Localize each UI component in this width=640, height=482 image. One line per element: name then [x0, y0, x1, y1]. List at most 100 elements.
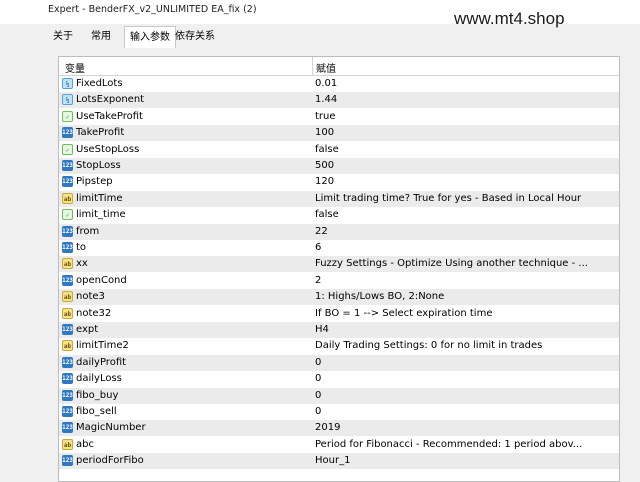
- table-row[interactable]: ab note32 If BO = 1 --> Select expiration …: [59, 306, 619, 322]
- parameter-name: limitTime: [76, 192, 123, 204]
- parameter-name: xx: [76, 258, 88, 270]
- table-row[interactable]: 123 StopLoss 500: [59, 158, 619, 174]
- table-row[interactable]: ✓ UseStopLoss false: [59, 142, 619, 158]
- int-icon: 123: [62, 242, 73, 253]
- parameters-table: 变量 赋值 ½ FixedLots 0.01 ½ LotsExponent 1.44 ✓ Us…: [58, 56, 620, 482]
- int-icon: 123: [62, 356, 73, 368]
- parameter-name: limit_time: [76, 209, 126, 221]
- double-icon: ½: [62, 94, 73, 106]
- parameter-value[interactable]: 2: [315, 275, 615, 286]
- tab-dependencies[interactable]: 依存关系: [170, 26, 220, 48]
- parameter-name: LotsExponent: [76, 94, 145, 106]
- parameter-value[interactable]: 2019: [315, 422, 615, 433]
- parameter-value[interactable]: 0: [315, 406, 615, 417]
- int-icon: 123: [62, 406, 73, 417]
- parameter-value[interactable]: true: [315, 111, 615, 122]
- bool-icon: ✓: [62, 110, 73, 122]
- parameter-name: periodForFibo: [76, 455, 144, 467]
- parameter-value[interactable]: 22: [315, 226, 615, 237]
- parameter-value[interactable]: 120: [315, 176, 615, 187]
- table-row[interactable]: 123 periodForFibo Hour_1: [59, 453, 619, 470]
- table-row[interactable]: ½ LotsExponent 1.44: [59, 92, 619, 109]
- parameter-value[interactable]: Hour_1: [315, 455, 615, 466]
- table-row[interactable]: 123 dailyLoss 0: [59, 371, 619, 387]
- inputs-panel: 变量 赋值 ½ FixedLots 0.01 ½ LotsExponent 1.44 ✓ Us…: [48, 48, 640, 482]
- parameter-name: to: [76, 242, 87, 253]
- parameter-name: StopLoss: [76, 160, 121, 171]
- parameter-value[interactable]: 100: [315, 127, 615, 138]
- parameter-value[interactable]: 1.44: [315, 94, 615, 105]
- string-icon: ab: [62, 258, 73, 270]
- parameter-value[interactable]: 0: [315, 373, 615, 384]
- parameter-value[interactable]: Fuzzy Settings - Optimize Using another …: [315, 258, 615, 269]
- parameter-value[interactable]: 500: [315, 160, 615, 171]
- parameter-name: note3: [76, 291, 105, 303]
- parameter-name: dailyLoss: [76, 373, 122, 385]
- int-icon: 123: [62, 422, 73, 434]
- int-icon: 123: [62, 389, 73, 401]
- column-header-variable[interactable]: 变量: [65, 60, 85, 75]
- parameter-name: TakeProfit: [76, 127, 125, 139]
- parameter-value[interactable]: 0: [315, 357, 615, 368]
- parameter-value[interactable]: If BO = 1 --> Select expiration time: [315, 308, 615, 319]
- table-row[interactable]: ✓ UseTakeProfit true: [59, 109, 619, 125]
- table-row[interactable]: ab limitTime Limit trading time? True for …: [59, 190, 619, 207]
- table-row[interactable]: 123 Pipstep 120: [59, 174, 619, 190]
- table-row[interactable]: ✓ limit_time false: [59, 207, 619, 223]
- string-icon: ab: [62, 340, 73, 352]
- table-header: 变量 赋值: [59, 57, 619, 76]
- parameter-name: fibo_buy: [76, 389, 119, 401]
- tab-inputs[interactable]: 输入参数: [124, 26, 176, 50]
- parameter-name: Pipstep: [76, 176, 113, 188]
- tab-about[interactable]: 关于: [48, 26, 78, 48]
- parameter-value[interactable]: false: [315, 144, 615, 155]
- column-header-value[interactable]: 赋值: [316, 60, 336, 75]
- int-icon: 123: [62, 160, 73, 171]
- parameter-value[interactable]: 1: Highs/Lows BO, 2:None: [315, 291, 615, 302]
- parameter-value[interactable]: false: [315, 209, 615, 220]
- parameter-value[interactable]: Limit trading time? True for yes - Based…: [315, 193, 615, 204]
- parameter-value[interactable]: 0: [315, 390, 615, 401]
- int-icon: 123: [62, 274, 73, 286]
- parameter-name: expt: [76, 324, 99, 335]
- table-row[interactable]: 123 MagicNumber 2019: [59, 420, 619, 437]
- table-row[interactable]: ½ FixedLots 0.01: [59, 76, 619, 92]
- parameter-name: limitTime2: [76, 340, 129, 352]
- int-icon: 123: [62, 373, 73, 385]
- string-icon: ab: [62, 438, 73, 450]
- table-row[interactable]: 123 dailyProfit 0: [59, 354, 619, 371]
- table-row[interactable]: 123 fibo_sell 0: [59, 404, 619, 420]
- table-row[interactable]: 123 to 6: [59, 240, 619, 256]
- parameter-name: from: [76, 225, 100, 237]
- parameter-name: note32: [76, 307, 112, 319]
- int-icon: 123: [62, 176, 73, 188]
- parameter-name: UseTakeProfit: [76, 110, 143, 122]
- parameter-name: dailyProfit: [76, 356, 127, 368]
- table-row[interactable]: 123 fibo_buy 0: [59, 387, 619, 404]
- window-title: Expert - BenderFX_v2_UNLIMITED EA_fix (2…: [48, 4, 257, 15]
- table-row[interactable]: ab abc Period for Fibonacci - Recommended:…: [59, 437, 619, 453]
- title-bar: Expert - BenderFX_v2_UNLIMITED EA_fix (2…: [0, 0, 640, 28]
- tab-common[interactable]: 常用: [86, 26, 116, 48]
- parameter-value[interactable]: 0.01: [315, 78, 615, 89]
- bool-icon: ✓: [62, 209, 73, 221]
- parameter-name: abc: [76, 438, 94, 450]
- parameter-value[interactable]: H4: [315, 324, 615, 335]
- parameter-value[interactable]: Daily Trading Settings: 0 for no limit i…: [315, 340, 615, 351]
- table-row[interactable]: ab limitTime2 Daily Trading Settings: 0 fo…: [59, 338, 619, 354]
- column-divider[interactable]: [312, 57, 313, 75]
- table-row[interactable]: 123 expt H4: [59, 322, 619, 338]
- table-row[interactable]: 123 from 22: [59, 223, 619, 240]
- double-icon: ½: [62, 78, 73, 89]
- int-icon: 123: [62, 127, 73, 139]
- parameter-name: fibo_sell: [76, 406, 117, 417]
- parameter-value[interactable]: Period for Fibonacci - Recommended: 1 pe…: [315, 439, 615, 450]
- int-icon: 123: [62, 455, 73, 467]
- table-row[interactable]: 123 openCond 2: [59, 273, 619, 289]
- table-row[interactable]: 123 TakeProfit 100: [59, 125, 619, 142]
- table-row[interactable]: ab xx Fuzzy Settings - Optimize Using anot…: [59, 256, 619, 273]
- parameter-value[interactable]: 6: [315, 242, 615, 253]
- table-row[interactable]: ab note3 1: Highs/Lows BO, 2:None: [59, 289, 619, 306]
- string-icon: ab: [62, 192, 73, 204]
- parameter-name: openCond: [76, 274, 127, 286]
